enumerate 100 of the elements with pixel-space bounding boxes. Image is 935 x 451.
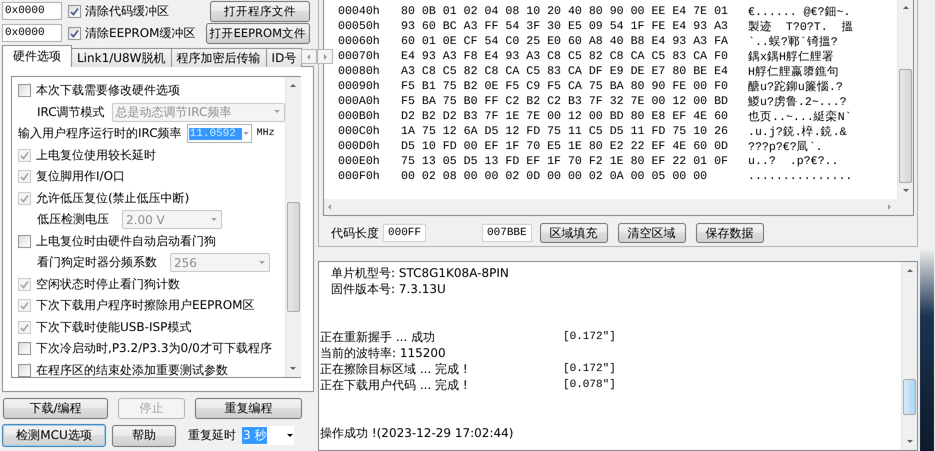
hex-bytes: D2 B2 D2 B3 7F 1E 7E 00 12 00 BD 80 E8 EF 4E 60: [401, 110, 729, 123]
checkbox[interactable]: [18, 342, 31, 356]
hex-bytes: F5 B1 75 B2 0E F5 C9 F5 CA 75 BA 80 90 FE 00 F0: [401, 80, 729, 93]
hex-text: €...... @€?鈿~.: [748, 5, 850, 19]
option-label: IRC调节模式: [37, 104, 105, 121]
hex-text: u..? .p?€?..: [748, 155, 838, 168]
hex-bytes: 93 60 BC A3 FF 54 3F 30 E5 09 54 1F FE E4 93 A3: [401, 20, 729, 33]
tab-scroll-button[interactable]: [301, 49, 318, 64]
checkbox[interactable]: [68, 26, 81, 40]
scrollbar[interactable]: [284, 77, 301, 377]
tab[interactable]: 程序加密后传输: [170, 48, 267, 67]
dropdown-arrow-icon: [289, 364, 298, 372]
address-field[interactable]: 0x0000: [2, 2, 62, 20]
hex-bytes: F5 BA 75 B0 FF C2 B2 C2 B3 7F 32 7E 00 12 00 BD: [401, 95, 729, 108]
option-label: 允许低压复位(禁止低压中断): [36, 190, 190, 207]
option-label: 本次下载需要修改硬件选项: [36, 82, 180, 100]
tab[interactable]: 硬件选项: [2, 45, 72, 67]
log-time: [0.172"]: [563, 363, 616, 375]
hex-text: 製迹 T?0?T. 搵: [748, 19, 854, 34]
hex-bytes: 75 13 05 D5 13 FD EF 1F 70 F2 1E 80 EF 22 01 0F: [401, 155, 729, 168]
option-label: 下次下载时使能USB-ISP模式: [36, 318, 192, 336]
hex-text: 鯼u?虏鲁.2~...?: [748, 94, 847, 109]
option-label: 空闲状态时停止看门狗计数: [36, 276, 180, 293]
code-length-label: 代码长度: [331, 224, 379, 242]
log-line: 操作成功 !(2023-12-29 17:02:44): [320, 424, 514, 442]
hex-address: 00060h: [338, 35, 381, 48]
dropdown-arrow-icon: [210, 216, 218, 224]
scrollbar[interactable]: [897, 0, 913, 199]
option-label: 上电复位使用较长延时: [36, 146, 156, 164]
hex-bytes: 1A 75 12 6A D5 12 FD 75 11 C5 D5 11 FD 75 10 26: [401, 125, 729, 138]
dropdown-arrow-icon: [242, 130, 250, 138]
log-line: 正在重新握手 ... 成功: [320, 328, 436, 346]
log-time: [0.078"]: [563, 379, 616, 391]
hex-text: ???p?€?凬`.: [748, 140, 823, 154]
action-button[interactable]: 下载/编程: [3, 398, 108, 419]
checksum-field[interactable]: 007BBE: [482, 224, 532, 242]
checkbox[interactable]: [18, 234, 31, 248]
checkbox-label: 清除代码缓冲区: [85, 2, 169, 20]
hex-bytes: 80 0B 01 02 04 08 10 20 40 80 90 00 EE E4 7E 01: [401, 5, 729, 18]
action-button[interactable]: 重复编程: [195, 398, 302, 419]
hex-address: 000C0h: [338, 125, 381, 138]
hex-tool-button[interactable]: 区域填充: [540, 223, 608, 243]
log-line: 当前的波特率: 115200: [320, 344, 446, 362]
hex-text: .u.j?鋴.椊.鋴.&: [748, 124, 847, 139]
left-arrow-icon: [326, 203, 334, 211]
hex-tool-button[interactable]: 清空区域: [618, 223, 686, 243]
scroll-thumb[interactable]: [903, 379, 916, 415]
right-arrow-icon: [321, 52, 330, 60]
option-label: 看门狗定时器分频系数: [37, 254, 157, 272]
scroll-thumb[interactable]: [286, 202, 300, 312]
log-time: [0.172"]: [563, 331, 616, 343]
option-label: 复位脚用作I/O口: [36, 168, 126, 186]
hex-text: 醣u?跎鉚u簾惱.?: [748, 80, 843, 94]
hex-text: H艀仁艃嬴隳鐎句: [748, 64, 839, 79]
tab[interactable]: Link1/U8W脱机: [71, 48, 172, 67]
hex-address: 000D0h: [338, 140, 381, 153]
dropdown-arrow-icon: [258, 258, 266, 267]
scroll-thumb[interactable]: [899, 68, 912, 183]
code-length-field[interactable]: 000FF: [383, 224, 426, 242]
checkbox[interactable]: [18, 364, 31, 377]
option-label: 下次下载用户程序时擦除用户EEPROM区: [36, 297, 255, 314]
hex-address: 00090h: [338, 80, 381, 93]
option-label: 低压检测电压: [37, 211, 109, 228]
hex-text: ...............: [748, 170, 852, 183]
checkbox[interactable]: [18, 84, 31, 98]
hex-bytes: 00 02 08 00 00 02 0D 00 00 02 0A 00 05 00 00: [401, 170, 708, 183]
hex-address: 000B0h: [338, 110, 381, 123]
hex-bytes: A3 C8 C5 82 C8 CA C5 83 CA DF E9 DE E7 80 BE E4: [401, 65, 729, 78]
hex-address: 00070h: [338, 50, 381, 63]
hex-bytes: 60 01 0E CF 54 C0 25 E0 60 A8 40 B8 E4 93 A3 FA: [401, 35, 729, 48]
dropdown-arrow-icon: [902, 186, 910, 195]
hex-address: 00080h: [338, 65, 381, 78]
hex-tool-button[interactable]: 保存数据: [696, 223, 764, 243]
tab[interactable]: ID号: [266, 48, 302, 67]
hex-address: 00040h: [338, 5, 381, 18]
up-arrow-icon: [289, 82, 298, 90]
tab-scroll-button[interactable]: [317, 49, 334, 64]
scrollbar[interactable]: [901, 262, 917, 450]
hex-text: 鍝x鍝H艀仁艃署: [748, 50, 834, 64]
open-file-button[interactable]: 打开程序文件: [210, 0, 310, 22]
horizontal-scrollbar[interactable]: [324, 199, 913, 215]
open-file-button[interactable]: 打开EEPROM文件: [206, 22, 310, 44]
unit-label: MHz: [256, 128, 275, 140]
hex-bytes: E4 93 A3 F8 E4 93 A3 C8 C5 82 C8 CA C5 83 CA F0: [401, 50, 729, 63]
option-label: 在程序区的结束处添加重要测试参数: [36, 362, 228, 379]
dropdown-arrow-icon: [286, 432, 294, 440]
help-button[interactable]: 帮助: [112, 424, 176, 446]
log-line: 正在擦除目标区域 ... 完成 !: [320, 360, 469, 378]
delay-label: 重复延时: [188, 427, 236, 444]
option-label: 上电复位时由硬件自动启动看门狗: [36, 232, 216, 250]
option-label: 下次冷启动时,P3.2/P3.3为0/0才可下载程序: [36, 340, 272, 358]
checkbox[interactable]: [68, 4, 81, 18]
address-field[interactable]: 0x0000: [2, 24, 62, 42]
right-arrow-icon: [885, 203, 893, 211]
hex-text: `..蜈?鄆´锜搵?: [748, 34, 838, 49]
checkbox-label: 清除EEPROM缓冲区: [85, 24, 196, 42]
detect-button[interactable]: 检测MCU选项: [2, 424, 106, 447]
hex-address: 00050h: [338, 20, 381, 33]
up-arrow-icon: [906, 266, 914, 274]
dropdown-arrow-icon: [906, 438, 914, 446]
